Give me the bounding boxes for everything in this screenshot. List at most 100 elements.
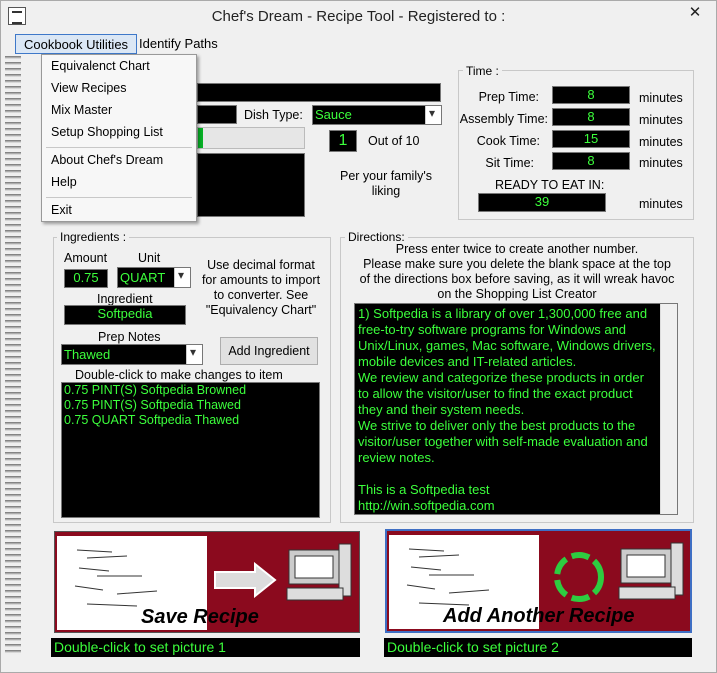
list-item[interactable]: 0.75 PINT(S) Softpedia Browned [62,383,319,398]
unit-select[interactable]: QUART [117,267,191,288]
amount-label: Amount [64,251,108,265]
arrow-right-icon [214,562,277,598]
decimal-hint-line: Use decimal format [207,258,315,272]
cook-time-unit: minutes [639,135,683,149]
directions-textarea[interactable]: 1) Softpedia is a library of over 1,300,… [354,303,678,515]
menu-help[interactable]: Help [51,175,77,189]
assembly-time-unit: minutes [639,113,683,127]
dish-type-select[interactable]: Sauce [312,105,442,125]
cookbook-utilities-menu: Equivalenct Chart View Recipes Mix Maste… [41,54,197,222]
directions-note-line: on the Shopping List Creator [437,287,597,301]
prep-notes-label: Prep Notes [98,330,161,344]
directions-line: http://win.softpedia.com [358,498,495,513]
picture-1-hint: Double-click to set picture 1 [51,638,360,657]
rating-caption-line2: liking [371,184,401,198]
close-button[interactable]: ✕ [680,2,710,23]
menu-view-recipes[interactable]: View Recipes [51,81,127,95]
directions-line: to allow the visitor/user to find the ex… [358,386,633,401]
decimal-hint-line: to converter. See [213,288,309,302]
prep-notes-value: Thawed [64,347,111,362]
menu-equivalency-chart[interactable]: Equivalenct Chart [51,59,150,73]
assembly-time-field[interactable]: 8 [552,108,630,126]
menu-exit[interactable]: Exit [51,203,72,217]
menu-separator [46,197,192,198]
computer-icon [286,543,352,601]
add-recipe-picture[interactable]: Add Another Recipe [385,529,692,633]
rating-slider-fill [198,128,203,148]
menu-setup-shopping-list[interactable]: Setup Shopping List [51,125,163,139]
prep-notes-select[interactable]: Thawed [61,344,203,365]
directions-line: mobile devices and IT-related articles. [358,354,577,369]
directions-line: Unix/Linux, games, Mac software, Windows… [358,338,656,353]
unit-value: QUART [120,270,166,285]
rating-value: 1 [329,130,357,152]
directions-line: This is a Softpedia test [358,482,490,497]
ingredients-group-title: Ingredients : [57,230,130,244]
rating-caption-line1: Per your family's [340,169,432,183]
servings-field[interactable] [197,105,237,124]
list-item[interactable]: 0.75 PINT(S) Softpedia Thawed [62,398,319,413]
ingredient-field[interactable]: Softpedia [64,305,186,325]
directions-note-line: of the directions box before saving, as … [359,272,675,286]
add-recipe-caption: Add Another Recipe [443,605,635,627]
save-recipe-picture[interactable]: Save Recipe [54,531,360,633]
ready-value: 39 [478,193,606,212]
ingredient-list[interactable]: 0.75 PINT(S) Softpedia Browned 0.75 PINT… [61,382,320,518]
dish-type-label: Dish Type: [244,108,303,122]
menu-bar: Cookbook Utilities Identify Paths [1,32,716,54]
directions-line: We strive to deliver only the best produ… [358,418,636,433]
decimal-hint-line: for amounts to import [201,273,321,287]
ready-label: READY TO EAT IN: [495,178,605,192]
assembly-time-label: Assembly Time: [459,112,548,126]
directions-line: 1) Softpedia is a library of over 1,300,… [358,306,648,321]
refresh-icon [554,552,604,602]
rating-slider[interactable] [197,127,305,149]
window-title: Chef's Dream - Recipe Tool - Registered … [211,8,506,25]
chevron-down-icon[interactable] [186,345,202,364]
menu-separator [46,147,192,148]
ingredient-list-hint: Double-click to make changes to item [75,368,283,382]
ready-unit: minutes [639,197,683,211]
directions-note: Press enter twice to create another numb… [341,242,693,302]
directions-line: visitor/user together with self-made eva… [358,434,648,449]
decimal-hint: Use decimal format for amounts to import… [199,258,323,318]
directions-line: they and their system needs. [358,402,525,417]
save-recipe-caption: Save Recipe [141,606,259,628]
directions-line: We review and categorize these products … [358,370,644,385]
list-item[interactable]: 0.75 QUART Softpedia Thawed [62,413,319,428]
menu-cookbook-utilities[interactable]: Cookbook Utilities [15,34,138,54]
menu-identify-paths[interactable]: Identify Paths [131,34,226,54]
amount-field[interactable]: 0.75 [64,269,108,288]
recipe-notes-field[interactable] [197,153,305,217]
sit-time-label: Sit Time: [485,156,534,170]
chevron-down-icon[interactable] [174,268,190,287]
menu-about[interactable]: About Chef's Dream [51,153,163,167]
dish-type-value: Sauce [315,107,352,122]
menu-mix-master[interactable]: Mix Master [51,103,112,117]
ingredient-label: Ingredient [97,292,153,306]
directions-line [358,466,674,482]
computer-icon [618,542,684,600]
prep-time-field[interactable]: 8 [552,86,630,104]
decimal-hint-line: "Equivalency Chart" [205,303,317,317]
cook-time-label: Cook Time: [476,134,540,148]
sit-time-field[interactable]: 8 [552,152,630,170]
directions-note-line: Press enter twice to create another numb… [395,242,639,256]
directions-line: free-to-try software programs for Window… [358,322,627,337]
directions-note-line: Please make sure you delete the blank sp… [363,257,671,271]
app-window: Chef's Dream - Recipe Tool - Registered … [0,0,717,673]
cook-time-field[interactable]: 15 [552,130,630,148]
unit-label: Unit [138,251,161,265]
recipe-name-field[interactable] [197,83,441,102]
title-bar: Chef's Dream - Recipe Tool - Registered … [1,1,716,32]
prep-time-unit: minutes [639,91,683,105]
picture-2-hint: Double-click to set picture 2 [384,638,692,657]
directions-line: review notes. [358,450,435,465]
sit-time-unit: minutes [639,156,683,170]
directions-scrollbar[interactable] [660,304,677,514]
spiral-binding [5,56,21,656]
prep-time-label: Prep Time: [478,90,539,104]
rating-suffix: Out of 10 [368,134,420,148]
add-ingredient-button[interactable]: Add Ingredient [220,337,318,365]
time-group-title: Time : [463,64,502,78]
